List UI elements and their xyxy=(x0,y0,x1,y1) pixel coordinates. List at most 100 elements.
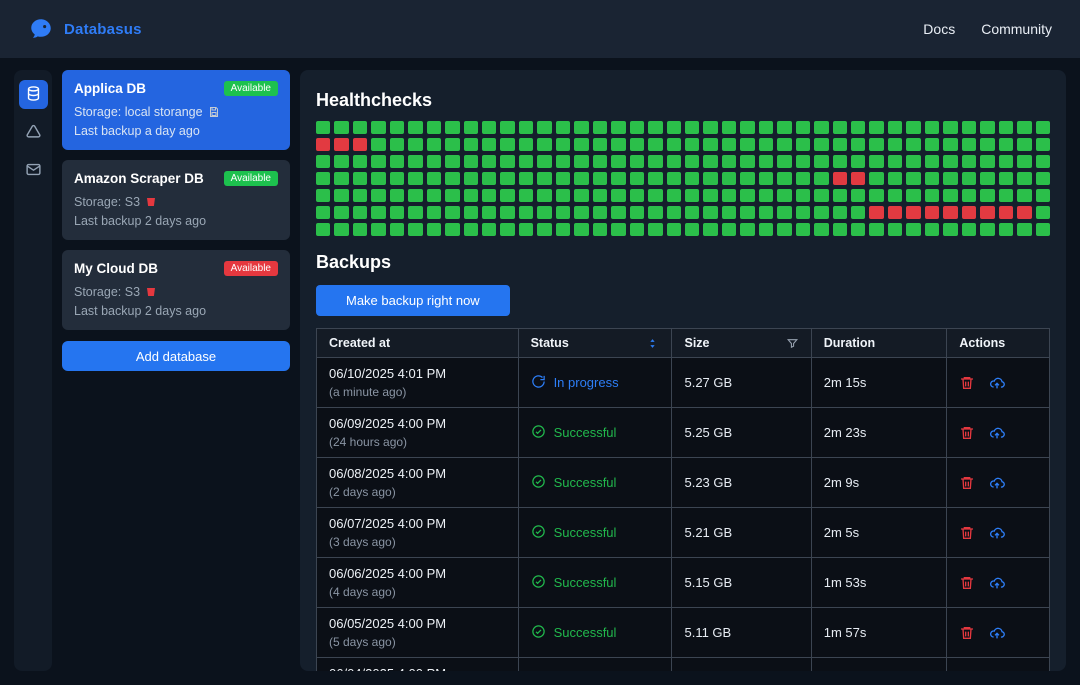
healthcheck-cell xyxy=(759,189,773,202)
healthcheck-cell xyxy=(722,155,736,168)
healthcheck-cell xyxy=(722,138,736,151)
restore-backup-button[interactable] xyxy=(989,375,1005,391)
healthcheck-cell xyxy=(833,206,847,219)
status-text: Successful xyxy=(554,475,617,490)
healthcheck-cell xyxy=(408,189,422,202)
created-ago: (3 days ago) xyxy=(329,535,506,549)
delete-backup-button[interactable] xyxy=(959,375,975,391)
restore-backup-button[interactable] xyxy=(989,475,1005,491)
backup-duration: 1m 57s xyxy=(811,608,947,658)
healthcheck-cell xyxy=(574,172,588,185)
database-icon xyxy=(25,85,42,105)
delete-backup-button[interactable] xyxy=(959,525,975,541)
healthcheck-cell xyxy=(482,121,496,134)
app-body: Applica DB Available Storage: local stor… xyxy=(0,58,1080,685)
healthcheck-cell xyxy=(851,155,865,168)
healthcheck-cell xyxy=(630,206,644,219)
healthcheck-cell xyxy=(334,206,348,219)
healthcheck-cell xyxy=(667,172,681,185)
healthcheck-cell xyxy=(464,172,478,185)
healthcheck-cell xyxy=(759,223,773,236)
sidebar-item-databases[interactable] xyxy=(19,80,48,109)
warning-triangle-icon xyxy=(25,123,42,143)
healthchecks-title: Healthchecks xyxy=(316,90,1050,111)
backup-duration: 1m 51s xyxy=(811,658,947,672)
healthcheck-cell xyxy=(888,121,902,134)
healthcheck-cell xyxy=(519,223,533,236)
trash-icon xyxy=(959,525,975,541)
healthcheck-cell xyxy=(427,206,441,219)
created-ago: (4 days ago) xyxy=(329,585,506,599)
sidebar-item-mail[interactable] xyxy=(19,156,48,185)
backup-duration: 2m 15s xyxy=(811,358,947,408)
healthcheck-cell xyxy=(500,121,514,134)
created-ago: (24 hours ago) xyxy=(329,435,506,449)
healthcheck-cell xyxy=(427,223,441,236)
make-backup-button[interactable]: Make backup right now xyxy=(316,285,510,316)
healthcheck-cell xyxy=(851,121,865,134)
healthcheck-cell xyxy=(371,172,385,185)
delete-backup-button[interactable] xyxy=(959,575,975,591)
nav-docs[interactable]: Docs xyxy=(923,21,955,37)
healthcheck-cell xyxy=(316,189,330,202)
healthcheck-cell xyxy=(427,138,441,151)
status-badge: Available xyxy=(224,81,278,96)
healthcheck-cell xyxy=(962,155,976,168)
restore-backup-button[interactable] xyxy=(989,425,1005,441)
healthcheck-cell xyxy=(574,189,588,202)
healthcheck-cell xyxy=(593,155,607,168)
healthcheck-cell xyxy=(1036,138,1050,151)
main-panel: Healthchecks Backups Make backup right n… xyxy=(300,70,1066,671)
healthcheck-cell xyxy=(685,206,699,219)
healthcheck-cell xyxy=(519,138,533,151)
restore-backup-button[interactable] xyxy=(989,575,1005,591)
storage-label: Storage: S3 xyxy=(74,195,140,209)
nav-community[interactable]: Community xyxy=(981,21,1052,37)
healthcheck-cell xyxy=(316,223,330,236)
healthcheck-cell xyxy=(943,206,957,219)
database-list: Applica DB Available Storage: local stor… xyxy=(62,70,290,671)
healthcheck-cell xyxy=(1036,121,1050,134)
col-created-at: Created at xyxy=(317,329,519,358)
healthcheck-cell xyxy=(648,206,662,219)
database-card-applica[interactable]: Applica DB Available Storage: local stor… xyxy=(62,70,290,150)
healthcheck-cell xyxy=(482,155,496,168)
healthcheck-cell xyxy=(722,189,736,202)
delete-backup-button[interactable] xyxy=(959,425,975,441)
database-card-my-cloud[interactable]: My Cloud DB Available Storage: S3 Last b… xyxy=(62,250,290,330)
healthcheck-cell xyxy=(759,206,773,219)
healthcheck-cell xyxy=(796,138,810,151)
healthcheck-cell xyxy=(667,189,681,202)
backups-title: Backups xyxy=(316,252,1050,273)
healthcheck-cell xyxy=(316,155,330,168)
delete-backup-button[interactable] xyxy=(959,625,975,641)
backup-size: 5.15 GB xyxy=(672,558,811,608)
healthcheck-cell xyxy=(537,189,551,202)
healthcheck-cell xyxy=(445,206,459,219)
add-database-button[interactable]: Add database xyxy=(62,341,290,371)
s3-bucket-icon xyxy=(145,196,157,208)
restore-backup-button[interactable] xyxy=(989,625,1005,641)
healthcheck-cell xyxy=(1017,206,1031,219)
healthcheck-cell xyxy=(334,223,348,236)
table-row: 06/05/2025 4:00 PM (5 days ago) Successf… xyxy=(317,608,1050,658)
status-text: Successful xyxy=(554,525,617,540)
healthcheck-cell xyxy=(556,223,570,236)
database-card-amazon-scraper[interactable]: Amazon Scraper DB Available Storage: S3 … xyxy=(62,160,290,240)
healthcheck-cell xyxy=(906,121,920,134)
healthcheck-cell xyxy=(777,121,791,134)
filter-icon[interactable] xyxy=(786,337,799,350)
sort-icon[interactable] xyxy=(646,337,659,350)
healthcheck-cell xyxy=(999,206,1013,219)
last-backup-label: Last backup a day ago xyxy=(74,124,278,138)
healthcheck-cell xyxy=(537,206,551,219)
healthcheck-cell xyxy=(851,172,865,185)
restore-backup-button[interactable] xyxy=(989,525,1005,541)
healthcheck-cell xyxy=(906,206,920,219)
delete-backup-button[interactable] xyxy=(959,475,975,491)
col-duration: Duration xyxy=(811,329,947,358)
cloud-upload-icon xyxy=(989,475,1005,491)
healthcheck-cell xyxy=(1017,155,1031,168)
sidebar-item-alerts[interactable] xyxy=(19,118,48,147)
trash-icon xyxy=(959,425,975,441)
